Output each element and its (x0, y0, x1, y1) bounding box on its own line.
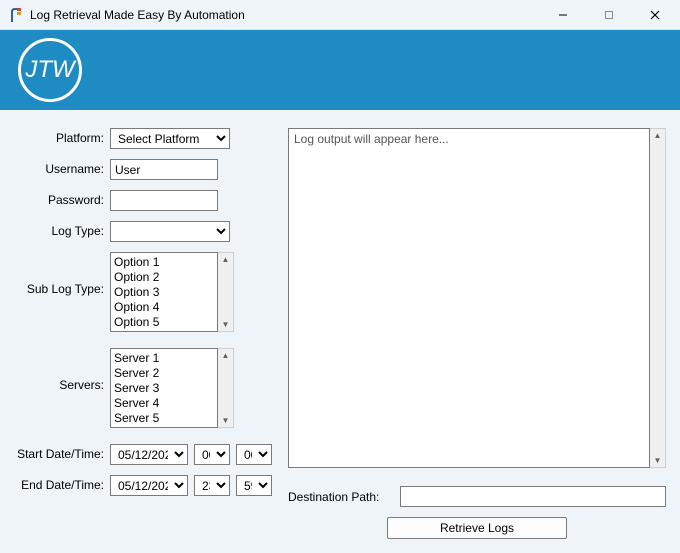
username-label: Username: (14, 159, 110, 176)
startmin-combo[interactable]: 00 (236, 444, 272, 465)
enddate-label: End Date/Time: (14, 475, 110, 492)
brand-banner: JTW (0, 30, 680, 110)
sublogtype-listbox[interactable]: Option 1Option 2Option 3Option 4Option 5 (110, 252, 218, 332)
scroll-up-icon[interactable]: ▲ (222, 253, 230, 266)
startdate-label: Start Date/Time: (14, 444, 110, 461)
list-item[interactable]: Server 5 (114, 411, 214, 426)
servers-listbox[interactable]: Server 1Server 2Server 3Server 4Server 5 (110, 348, 218, 428)
close-button[interactable] (632, 0, 678, 30)
platform-label: Platform: (14, 128, 110, 145)
titlebar: Log Retrieval Made Easy By Automation (0, 0, 680, 30)
log-output[interactable]: Log output will appear here... (288, 128, 650, 468)
starthour-combo[interactable]: 00 (194, 444, 230, 465)
scroll-up-icon[interactable]: ▲ (654, 129, 662, 142)
servers-label: Servers: (14, 348, 110, 392)
username-input[interactable] (110, 159, 218, 180)
scroll-down-icon[interactable]: ▼ (222, 414, 230, 427)
retrieve-button[interactable]: Retrieve Logs (387, 517, 567, 539)
password-input[interactable] (110, 190, 218, 211)
scroll-down-icon[interactable]: ▼ (654, 454, 662, 467)
content-area: Platform: Select Platform Username: Pass… (0, 110, 680, 553)
list-item[interactable]: Server 3 (114, 381, 214, 396)
sublogtype-label: Sub Log Type: (14, 252, 110, 296)
app-icon (8, 7, 24, 23)
scroll-up-icon[interactable]: ▲ (222, 349, 230, 362)
list-item[interactable]: Server 1 (114, 351, 214, 366)
list-item[interactable]: Option 2 (114, 270, 214, 285)
output-panel: Log output will appear here... ▲ ▼ Desti… (288, 128, 666, 539)
endmin-combo[interactable]: 59 (236, 475, 272, 496)
list-item[interactable]: Server 4 (114, 396, 214, 411)
output-scrollbar[interactable]: ▲ ▼ (650, 128, 666, 468)
logo-text: JTW (25, 56, 74, 84)
maximize-button[interactable] (586, 0, 632, 30)
window-title: Log Retrieval Made Easy By Automation (30, 8, 540, 22)
endhour-combo[interactable]: 23 (194, 475, 230, 496)
enddate-combo[interactable]: 05/12/2024 (110, 475, 188, 496)
destpath-label: Destination Path: (288, 490, 400, 504)
password-label: Password: (14, 190, 110, 207)
minimize-button[interactable] (540, 0, 586, 30)
servers-scrollbar[interactable]: ▲ ▼ (218, 348, 234, 428)
startdate-combo[interactable]: 05/12/2024 (110, 444, 188, 465)
logtype-combo[interactable] (110, 221, 230, 242)
list-item[interactable]: Server 2 (114, 366, 214, 381)
list-item[interactable]: Option 4 (114, 300, 214, 315)
logtype-label: Log Type: (14, 221, 110, 238)
platform-combo[interactable]: Select Platform (110, 128, 230, 149)
list-item[interactable]: Option 5 (114, 315, 214, 330)
list-item[interactable]: Option 3 (114, 285, 214, 300)
form-panel: Platform: Select Platform Username: Pass… (14, 128, 276, 539)
scroll-down-icon[interactable]: ▼ (222, 318, 230, 331)
list-item[interactable]: Option 1 (114, 255, 214, 270)
sublogtype-scrollbar[interactable]: ▲ ▼ (218, 252, 234, 332)
destpath-input[interactable] (400, 486, 666, 507)
logo: JTW (18, 38, 82, 102)
